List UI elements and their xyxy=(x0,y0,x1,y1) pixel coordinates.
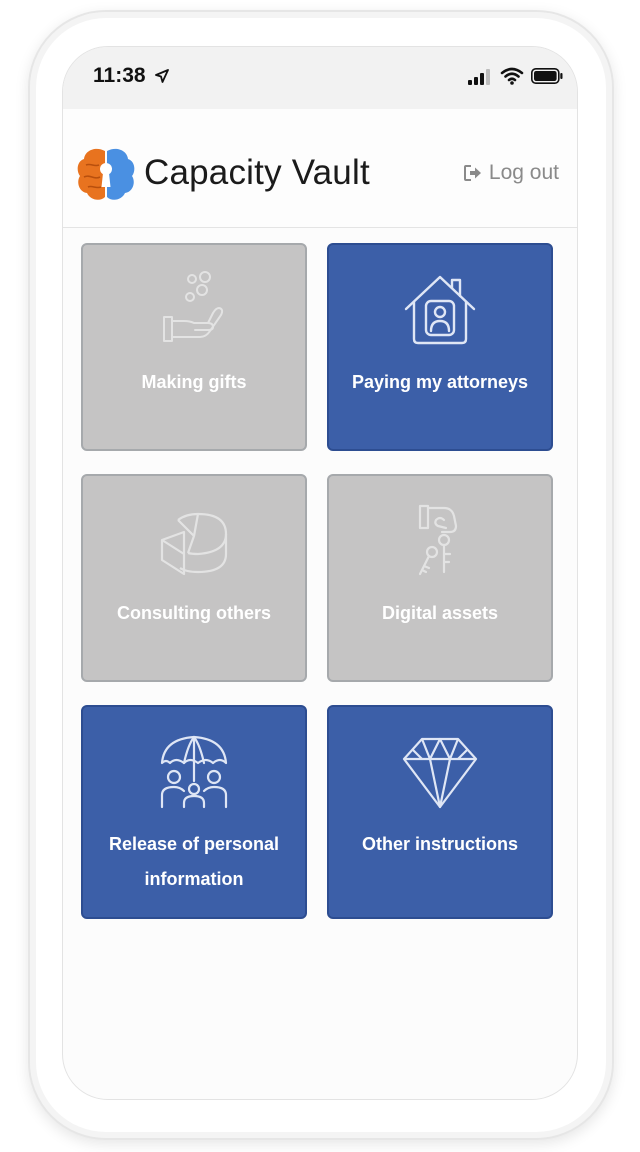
tile-label: Other instructions xyxy=(361,834,518,854)
logout-label: Log out xyxy=(488,161,559,184)
app-title: Capacity Vault xyxy=(144,153,370,192)
diamond-icon xyxy=(402,737,478,809)
battery-icon xyxy=(531,68,563,84)
house-person-icon xyxy=(404,275,476,345)
status-time: 11:38 xyxy=(93,64,146,87)
tile-making-gifts[interactable]: Making gifts xyxy=(81,243,307,451)
tile-other-instructions[interactable]: Other instructions xyxy=(327,705,553,919)
hand-keys-icon xyxy=(418,504,458,576)
tile-label: Consulting others xyxy=(117,603,271,623)
tile-label: Digital assets xyxy=(381,603,499,623)
logout-button[interactable]: Log out xyxy=(463,161,559,185)
tile-consulting-others[interactable]: Consulting others xyxy=(81,474,307,682)
phone-screen: 11:38 Capacity Vault Log out Making gift… xyxy=(62,46,578,1100)
tile-digital-assets[interactable]: Digital assets xyxy=(327,474,553,682)
status-bar: 11:38 xyxy=(63,47,577,110)
tile-label: Making gifts xyxy=(141,372,247,392)
wifi-icon xyxy=(500,67,524,85)
tile-paying-my-attorneys[interactable]: Paying my attorneys xyxy=(327,243,553,451)
cellular-signal-icon xyxy=(468,69,490,85)
brain-keyhole-logo-icon xyxy=(77,148,135,200)
umbrella-family-icon xyxy=(160,735,228,809)
tile-label: Paying my attorneys xyxy=(351,372,529,392)
location-arrow-icon xyxy=(155,69,169,83)
hand-gift-icon xyxy=(163,271,224,342)
pie-chart-icon xyxy=(160,512,228,576)
logout-icon xyxy=(463,165,481,181)
tile-label: Release of personal information xyxy=(108,834,280,889)
app-header: Capacity Vault Log out xyxy=(63,109,577,228)
tile-release-of-personal-information[interactable]: Release of personal information xyxy=(81,705,307,919)
